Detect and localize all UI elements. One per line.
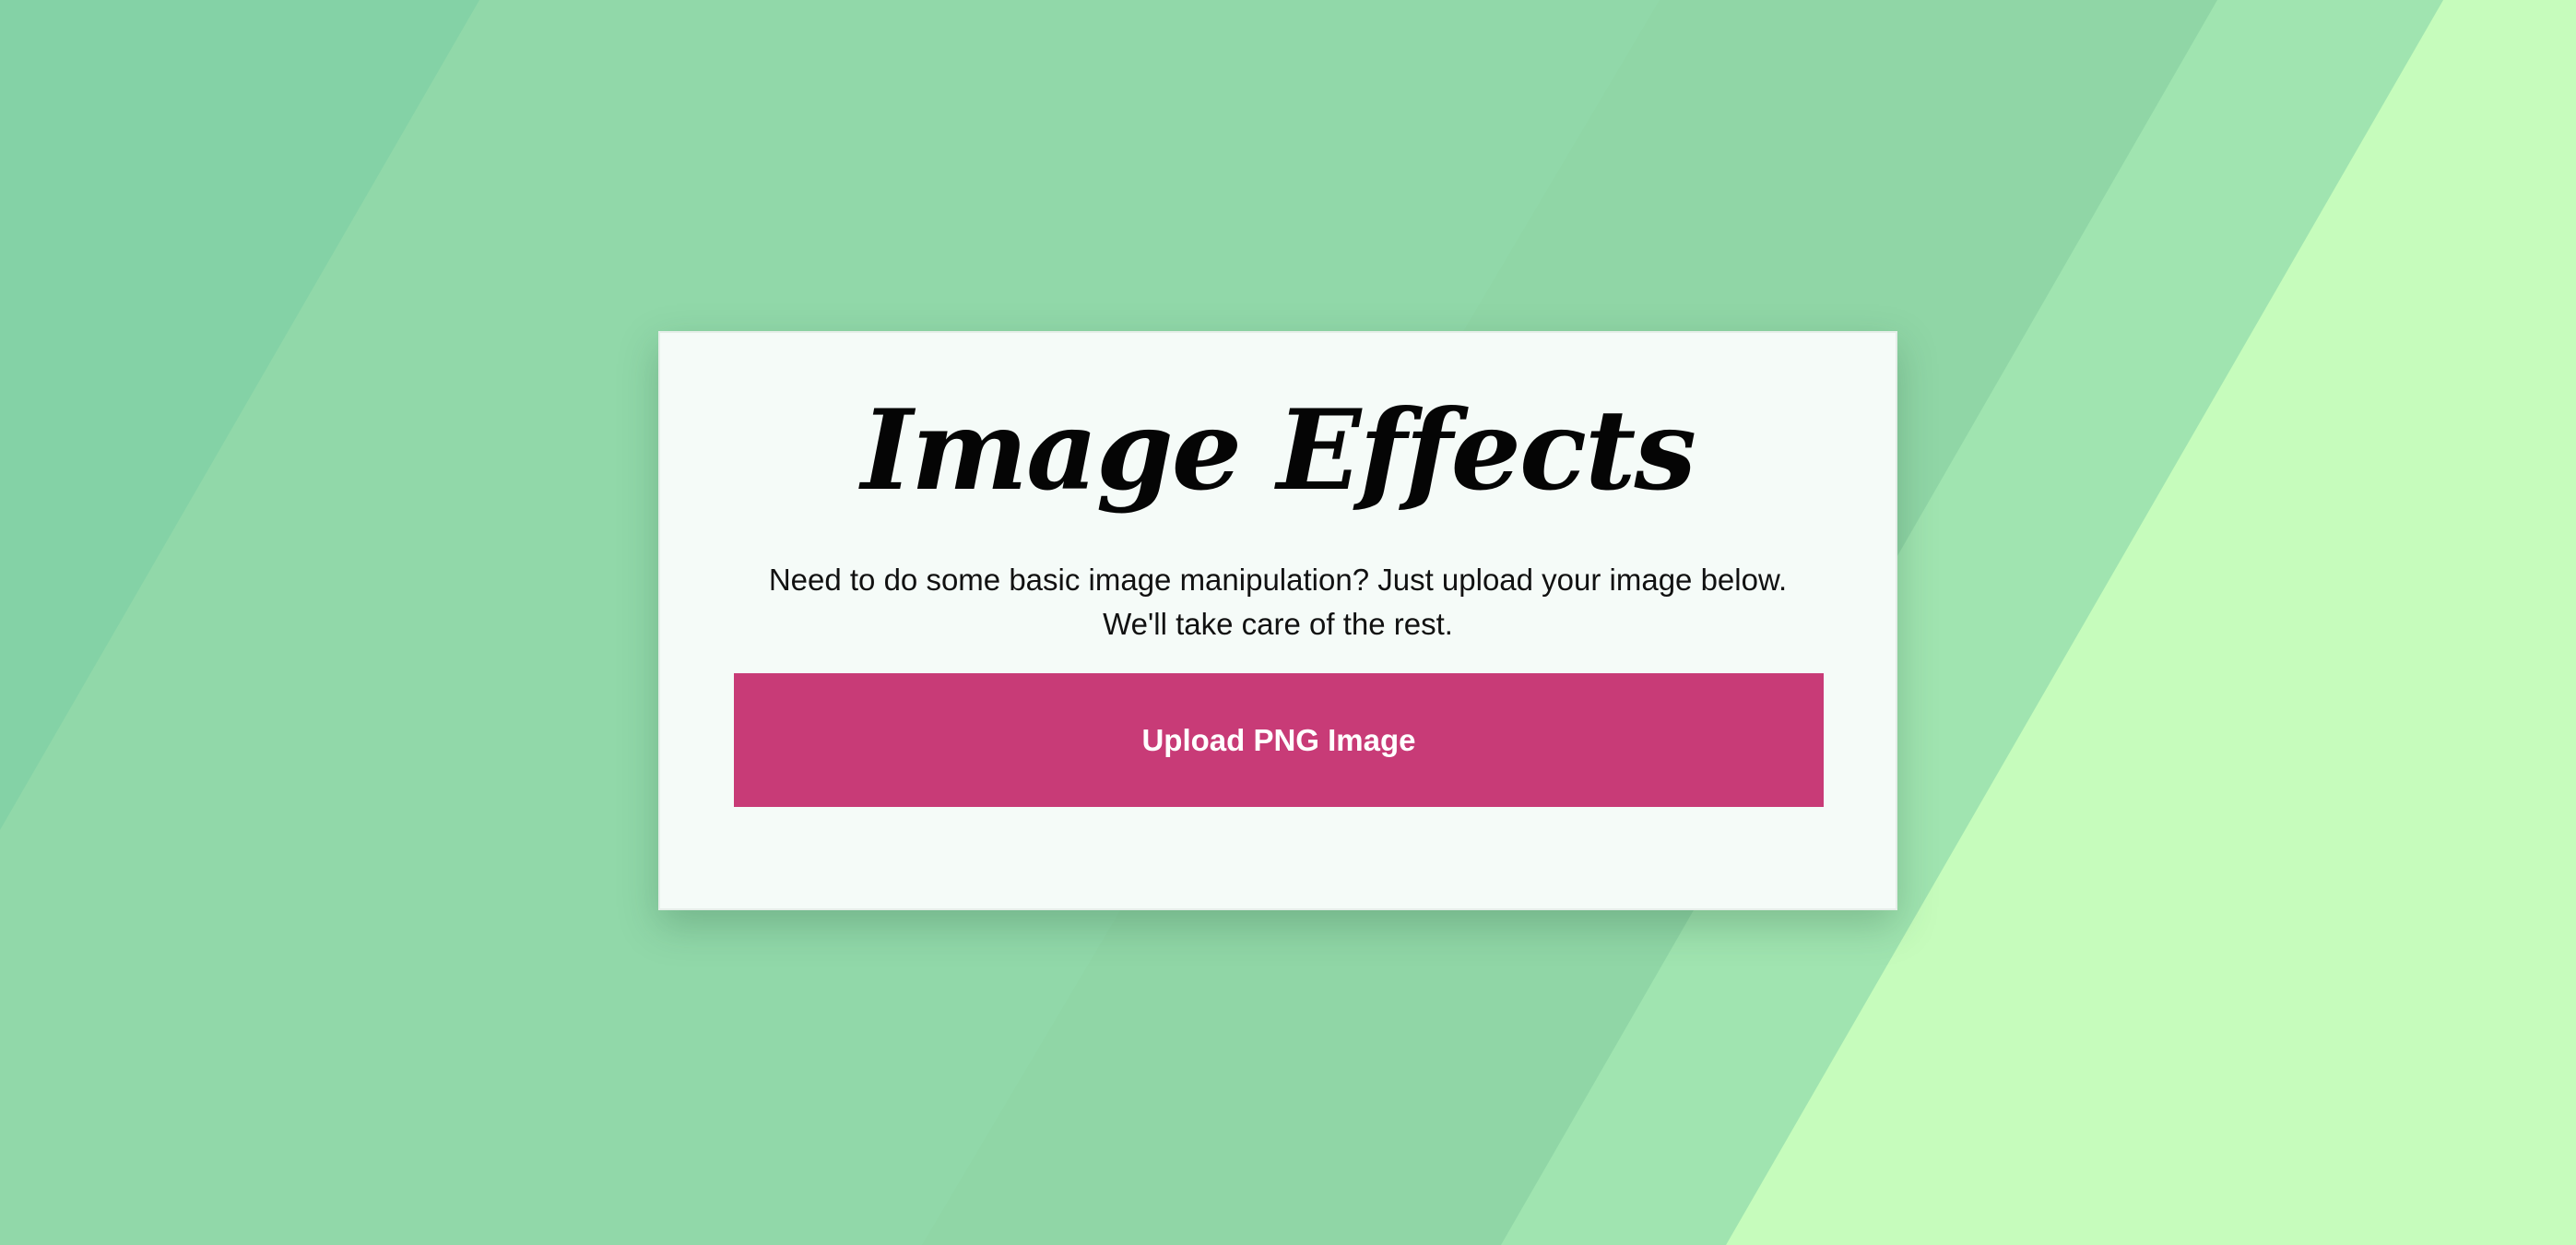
upload-card: Image Effects Need to do some basic imag… — [658, 331, 1897, 910]
upload-description: Need to do some basic image manipulation… — [768, 563, 1788, 641]
upload-png-button[interactable]: Upload PNG Image — [734, 673, 1824, 807]
page-title: Image Effects — [861, 385, 1696, 516]
